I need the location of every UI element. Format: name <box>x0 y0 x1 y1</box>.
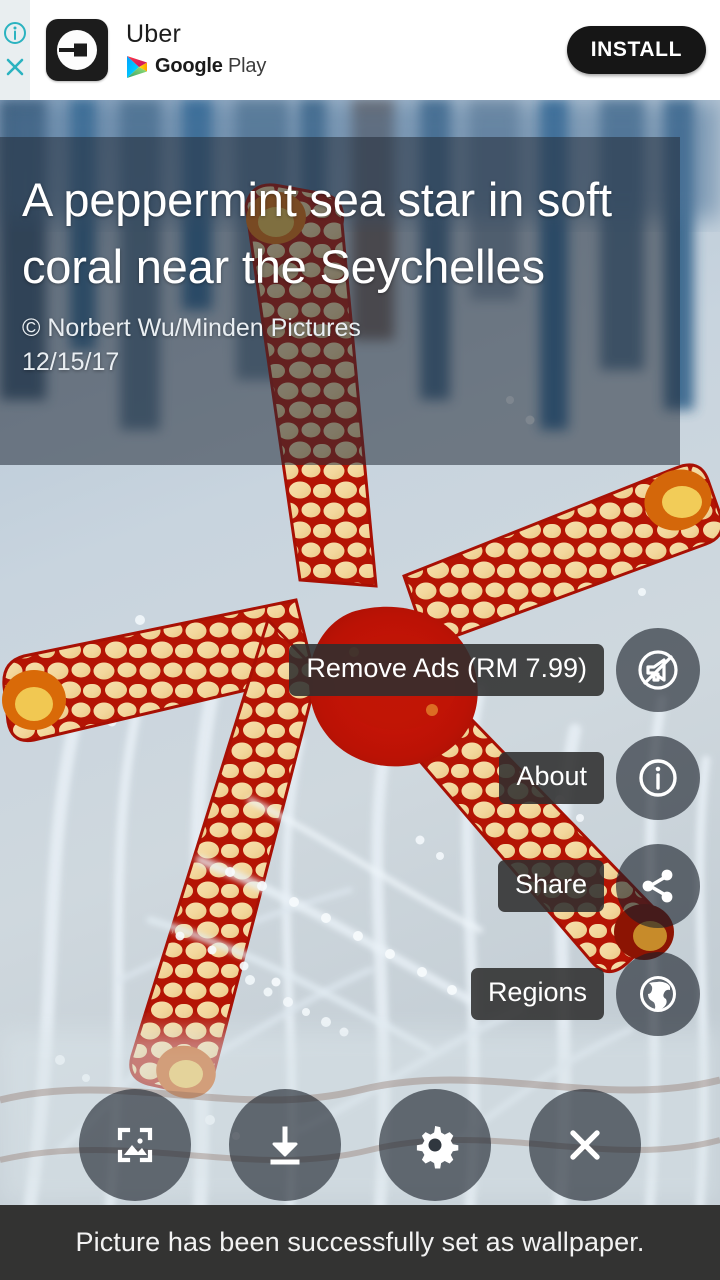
ad-store-badge: Google Play <box>126 55 266 79</box>
app-screen: A peppermint sea star in soft coral near… <box>0 0 720 1280</box>
play-word: Play <box>228 55 267 78</box>
bottom-toolbar <box>0 1085 720 1205</box>
about-label[interactable]: About <box>499 752 604 804</box>
remove-ads-label[interactable]: Remove Ads (RM 7.99) <box>289 644 604 696</box>
ad-close-icon[interactable] <box>2 54 28 80</box>
image-date: 12/15/17 <box>22 348 120 377</box>
share-label[interactable]: Share <box>497 860 604 912</box>
share-icon[interactable] <box>616 844 700 928</box>
ad-content[interactable]: Uber Google Play INSTALL <box>30 0 720 100</box>
download-icon[interactable] <box>229 1089 341 1201</box>
ad-banner[interactable]: Uber Google Play INSTALL <box>0 0 720 100</box>
action-rail: Remove Ads (RM 7.99) About Share Regions <box>289 628 700 1036</box>
ad-info-icon[interactable] <box>2 20 28 46</box>
image-credit: © Norbert Wu/Minden Pictures <box>22 314 361 343</box>
action-row-remove-ads[interactable]: Remove Ads (RM 7.99) <box>289 628 700 712</box>
page-title: A peppermint sea star in soft coral near… <box>22 173 612 293</box>
google-play-label: Google Play <box>155 55 266 78</box>
action-row-about[interactable]: About <box>289 736 700 820</box>
google-play-icon <box>127 55 147 78</box>
no-ads-icon[interactable] <box>616 628 700 712</box>
image-frame-icon[interactable] <box>79 1089 191 1201</box>
ad-side-controls <box>0 0 30 100</box>
globe-icon[interactable] <box>616 952 700 1036</box>
install-button[interactable]: INSTALL <box>566 26 706 74</box>
close-x-icon[interactable] <box>529 1089 641 1201</box>
google-word: Google <box>155 55 223 78</box>
ad-app-name: Uber <box>126 20 181 49</box>
action-row-share[interactable]: Share <box>289 844 700 928</box>
toast-notification: Picture has been successfully set as wal… <box>0 1205 720 1280</box>
ad-text-block: Uber Google Play <box>126 21 266 79</box>
regions-label[interactable]: Regions <box>470 968 604 1020</box>
gear-icon[interactable] <box>379 1089 491 1201</box>
image-info-panel: A peppermint sea star in soft coral near… <box>0 137 680 465</box>
action-row-regions[interactable]: Regions <box>289 952 700 1036</box>
toast-message: Picture has been successfully set as wal… <box>75 1227 645 1257</box>
uber-logo-icon <box>46 19 108 81</box>
info-circle-icon[interactable] <box>616 736 700 820</box>
